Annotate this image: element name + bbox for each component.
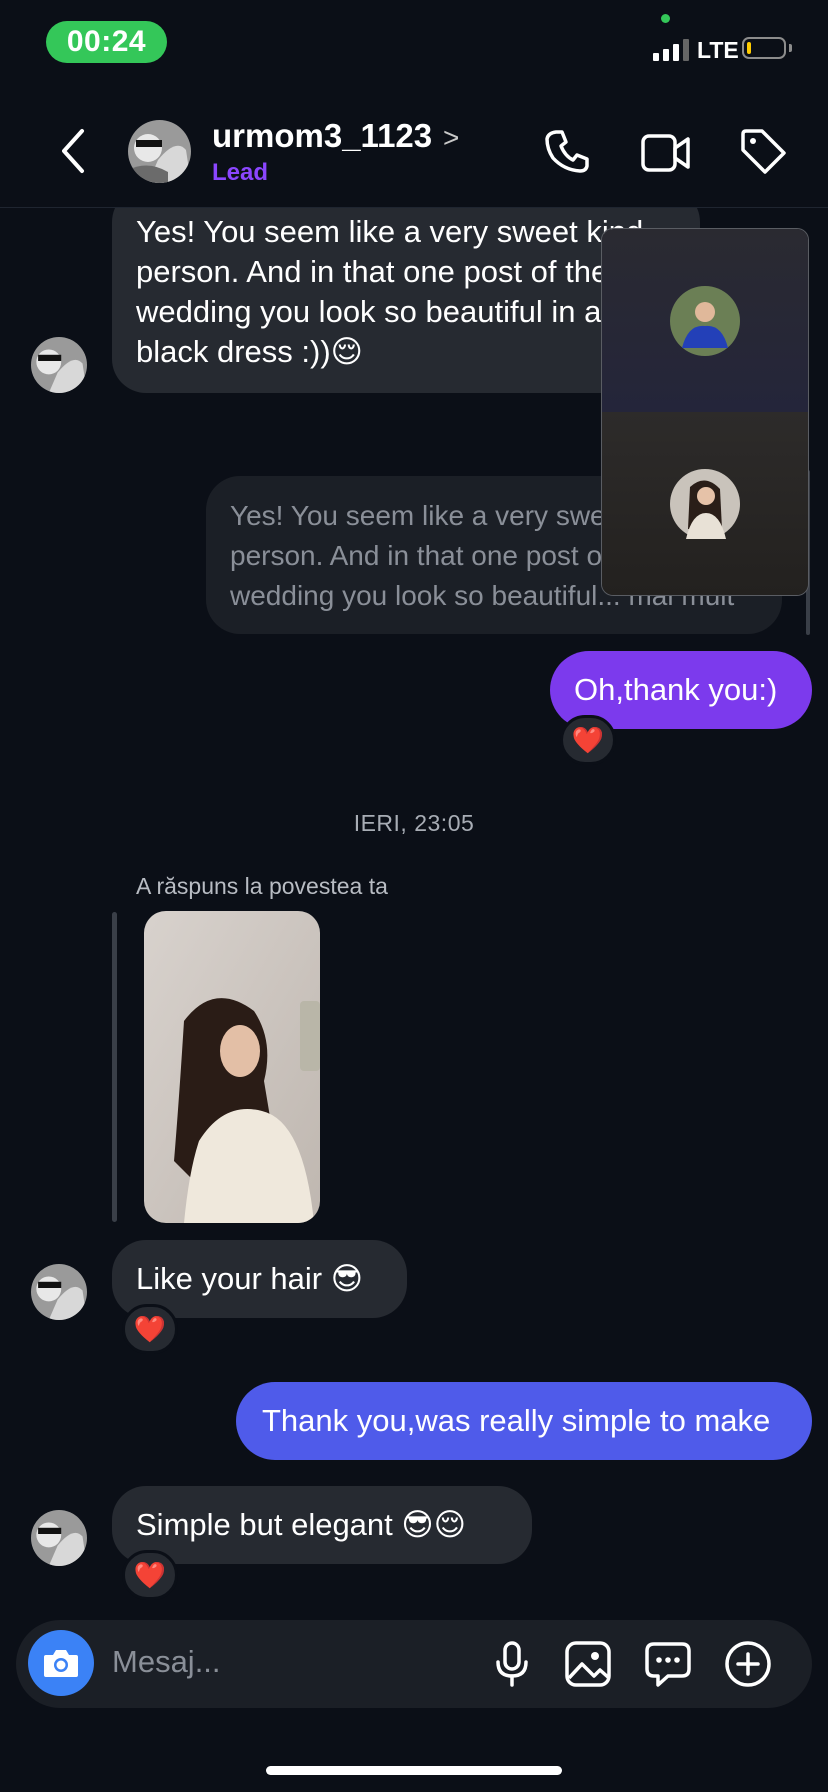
message-text: Simple but elegant 😎😌 [136, 1507, 467, 1542]
contact-label-badge: Lead [212, 159, 269, 186]
back-button[interactable] [56, 127, 90, 175]
voice-message-button[interactable] [492, 1640, 532, 1688]
message-text: Oh,thank you:) [574, 672, 778, 707]
profile-chevron[interactable]: > [443, 122, 459, 154]
local-participant-tile [602, 412, 808, 595]
back-chevron-icon [62, 129, 84, 173]
story-thumbnail[interactable] [144, 911, 320, 1223]
message-input[interactable]: Mesaj... [112, 1644, 221, 1680]
incoming-message[interactable]: Simple but elegant 😎😌 [112, 1486, 532, 1564]
phone-icon [545, 130, 589, 173]
contact-avatar[interactable] [128, 120, 191, 183]
sticker-button[interactable] [644, 1640, 692, 1688]
self-avatar [670, 469, 740, 539]
story-reply-bar [112, 912, 117, 1222]
sender-avatar[interactable] [31, 1510, 87, 1566]
plus-circle-icon [725, 1641, 771, 1687]
message-text: Like your hair 😎 [136, 1261, 364, 1296]
battery-cap [789, 44, 792, 52]
story-reply-label: A răspuns la povestea ta [136, 873, 388, 899]
contact-username[interactable]: urmom3_1123 [212, 117, 432, 155]
video-camera-icon [641, 134, 690, 172]
network-type: LTE [697, 37, 739, 63]
video-call-button[interactable] [640, 128, 692, 178]
reaction-badge[interactable]: ❤️ [122, 1550, 178, 1600]
reaction-badge[interactable]: ❤️ [560, 715, 616, 765]
sticker-chat-icon [645, 1642, 691, 1687]
heart-reaction-icon: ❤️ [571, 724, 605, 755]
remote-participant-tile [602, 229, 808, 412]
tag-button[interactable] [738, 126, 788, 176]
sender-avatar[interactable] [31, 1264, 87, 1320]
message-text: Thank you,was really simple to make [262, 1403, 771, 1438]
camera-in-use-indicator [661, 14, 670, 23]
more-options-button[interactable] [724, 1640, 772, 1688]
reaction-badge[interactable]: ❤️ [122, 1304, 178, 1354]
date-separator: IERI, 23:05 [353, 810, 475, 836]
microphone-icon [496, 1641, 528, 1687]
home-indicator[interactable] [266, 1766, 562, 1775]
voice-call-button[interactable] [542, 126, 592, 176]
heart-reaction-icon: ❤️ [133, 1313, 167, 1344]
message-text: Yes! You seem like a very sweet kind per… [136, 214, 644, 369]
camera-icon [44, 1650, 78, 1677]
status-time: 00:24 [46, 21, 167, 63]
sender-avatar[interactable] [31, 337, 87, 393]
signal-icon [653, 39, 689, 61]
participant-avatar [670, 286, 740, 356]
heart-reaction-icon: ❤️ [133, 1559, 167, 1590]
outgoing-message[interactable]: Thank you,was really simple to make [236, 1382, 812, 1460]
video-call-pip[interactable] [601, 228, 809, 596]
battery-icon [742, 37, 786, 59]
gallery-button[interactable] [564, 1640, 612, 1688]
image-icon [565, 1641, 611, 1687]
tag-icon [741, 129, 786, 174]
camera-button[interactable] [28, 1630, 94, 1696]
